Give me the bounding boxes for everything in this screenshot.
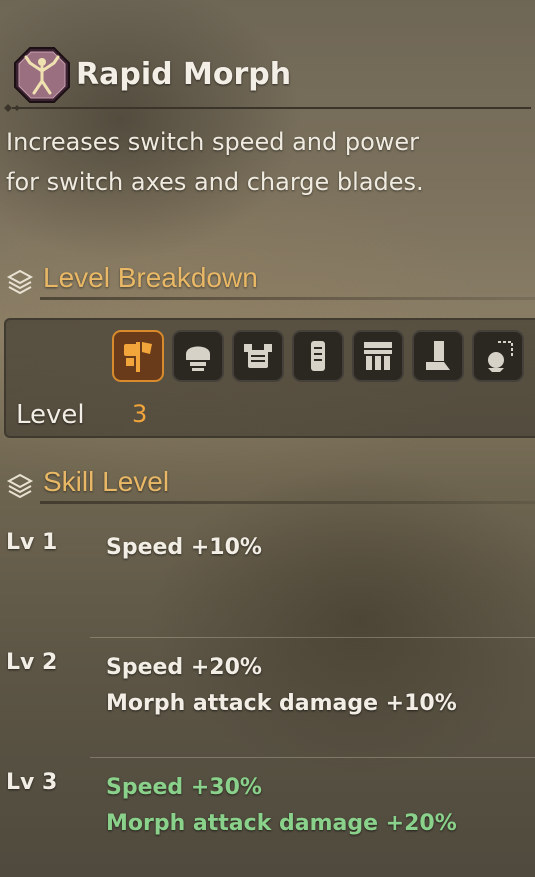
section-title: Skill Level [43, 466, 170, 497]
chest-slot-icon [244, 344, 272, 368]
section-icon [6, 473, 34, 499]
weapon-slot-icon [124, 342, 152, 372]
section-underline [40, 297, 535, 300]
header-divider [4, 104, 531, 112]
level-value: 3 [132, 400, 148, 428]
arms-slot[interactable] [292, 330, 344, 382]
level-number: Lv 1 [6, 530, 58, 555]
helm-slot-icon [186, 346, 210, 371]
level-effect: Morph attack damage +20% [106, 811, 457, 836]
description-line: for switch axes and charge blades. [6, 168, 424, 196]
skill-emblem-icon [14, 47, 70, 103]
level-breakdown-heading: Level Breakdown [6, 260, 535, 300]
level-effects: Speed +10% [106, 530, 262, 566]
waist-slot-icon [364, 342, 392, 370]
row-divider [90, 757, 535, 758]
helm-slot[interactable] [172, 330, 224, 382]
talisman-slot[interactable] [472, 330, 524, 382]
section-underline [40, 501, 535, 504]
talisman-slot-icon [488, 341, 513, 372]
arms-slot-icon [311, 341, 325, 371]
level-effect: Morph attack damage +10% [106, 691, 457, 716]
level-number: Lv 2 [6, 650, 58, 675]
skill-description: Increases switch speed and power for swi… [6, 122, 526, 202]
level-effect: Speed +30% [106, 775, 262, 800]
level-effect: Speed +20% [106, 655, 262, 680]
waist-slot[interactable] [352, 330, 404, 382]
chest-slot[interactable] [232, 330, 284, 382]
section-title: Level Breakdown [43, 262, 258, 293]
level-effects: Speed +20% Morph attack damage +10% [106, 650, 457, 722]
level-label: Level [16, 400, 85, 430]
legs-slot-icon [426, 341, 450, 370]
section-icon [6, 269, 34, 295]
skill-level-heading: Skill Level [6, 464, 535, 504]
description-line: Increases switch speed and power [6, 128, 420, 156]
skill-header: Rapid Morph [14, 47, 529, 105]
row-divider [90, 637, 535, 638]
legs-slot[interactable] [412, 330, 464, 382]
level-number: Lv 3 [6, 770, 58, 795]
weapon-slot[interactable] [112, 330, 164, 382]
level-breakdown-panel: Level 3 [4, 318, 535, 438]
skill-title: Rapid Morph [76, 57, 292, 92]
level-effects: Speed +30% Morph attack damage +20% [106, 770, 457, 842]
level-effect: Speed +10% [106, 535, 262, 560]
